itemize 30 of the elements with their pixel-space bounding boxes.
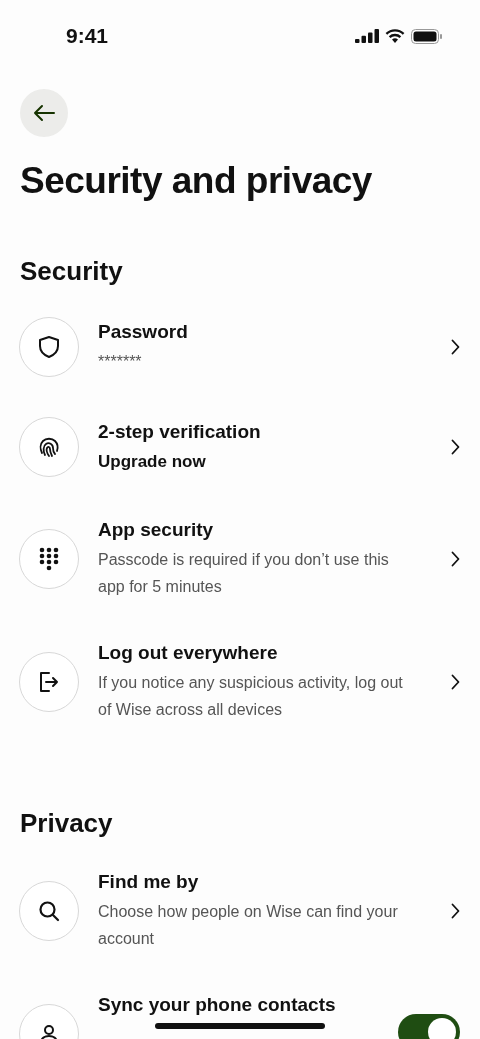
item-title[interactable]: App security — [98, 517, 416, 543]
signal-icon — [355, 29, 379, 43]
item-title[interactable]: Log out everywhere — [98, 640, 416, 666]
chevron-icon[interactable] — [451, 673, 460, 690]
shield-icon — [38, 335, 60, 359]
item-subtitle: Choose how people on Wise can find your account — [98, 902, 399, 949]
chevron-icon[interactable] — [451, 902, 460, 919]
item-subtitle: Upgrade now — [98, 451, 207, 473]
chevron-icon[interactable] — [451, 550, 460, 567]
battery-icon — [411, 28, 442, 44]
item-title[interactable]: Password — [98, 319, 416, 345]
item-subtitle: Passcode is required if you don’t use this app for 5 minutes — [98, 550, 390, 597]
section-heading: Security — [20, 255, 124, 287]
item-title[interactable]: 2-step verification — [98, 419, 416, 445]
item-subtitle: ******* — [98, 352, 143, 372]
item-title[interactable]: Sync your phone contacts — [98, 992, 398, 1018]
page-title: Security and privacy — [20, 159, 373, 203]
chevron-icon[interactable] — [451, 339, 460, 355]
logout-icon — [37, 669, 61, 694]
chevron-icon[interactable] — [451, 439, 460, 455]
item-subtitle: If you notice any suspicious activity, log out of Wise across all devices — [98, 673, 404, 720]
fingerprint-icon — [37, 435, 61, 459]
item-title[interactable]: Find me by — [98, 869, 416, 895]
keypad-icon — [38, 546, 60, 571]
back-arrow-icon — [33, 104, 55, 122]
back-button[interactable] — [20, 89, 68, 137]
status-time: 9:41 — [66, 24, 109, 48]
section-heading: Privacy — [20, 807, 114, 839]
search-icon — [37, 898, 61, 923]
wifi-icon — [385, 29, 405, 43]
